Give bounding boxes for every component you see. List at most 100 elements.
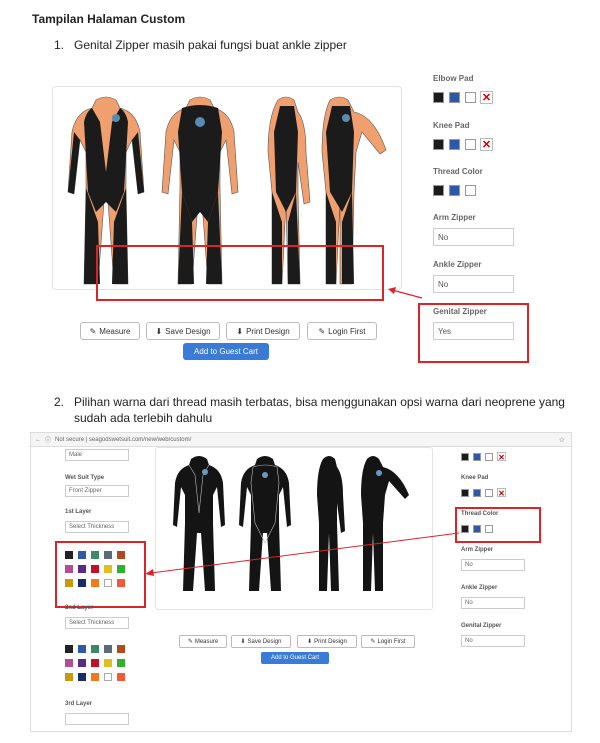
- genital-zipper-select[interactable]: Yes: [433, 322, 514, 340]
- save-design-button[interactable]: ⬇ Save Design: [146, 322, 220, 340]
- layer2-color-swatch-10[interactable]: [65, 673, 73, 681]
- layer2-thickness-select[interactable]: Select Thickness: [65, 617, 129, 629]
- knee-swatch-black-2[interactable]: [461, 489, 469, 497]
- info-icon: ⓘ: [45, 438, 52, 444]
- elbow-pad-label: Elbow Pad: [433, 74, 474, 83]
- layer2-color-swatch-9[interactable]: [117, 659, 125, 667]
- knee-pad-swatch-white[interactable]: [465, 139, 476, 150]
- knee-none-icon-2[interactable]: ✕: [497, 488, 506, 498]
- login-icon: ✎: [370, 639, 376, 645]
- layer1-color-swatch-5[interactable]: [65, 565, 73, 573]
- layer1-color-swatch-6[interactable]: [78, 565, 86, 573]
- back-icon[interactable]: ←: [35, 437, 41, 443]
- layer2-color-swatch-12[interactable]: [91, 673, 99, 681]
- thread-swatch-blue[interactable]: [449, 185, 460, 196]
- layer1-color-swatch-7[interactable]: [91, 565, 99, 573]
- thread-swatch-white-2[interactable]: [485, 525, 493, 533]
- thread-color-label: Thread Color: [433, 167, 483, 176]
- download-icon: ⬇: [155, 326, 163, 336]
- layer2-color-swatch-6[interactable]: [78, 659, 86, 667]
- layer1-color-swatch-10[interactable]: [65, 579, 73, 587]
- layer1-color-swatch-9[interactable]: [117, 565, 125, 573]
- layer2-color-swatch-14[interactable]: [117, 673, 125, 681]
- knee-swatch-white-2[interactable]: [485, 489, 493, 497]
- elbow-swatch-white-2[interactable]: [485, 453, 493, 461]
- print-icon: ⬇: [307, 639, 313, 645]
- arm-zipper-label-2: Arm Zipper: [461, 547, 494, 553]
- layer1-color-swatch-14[interactable]: [117, 579, 125, 587]
- wet-suit-type-label: Wet Suit Type: [65, 475, 105, 481]
- layer2-color-swatch-5[interactable]: [65, 659, 73, 667]
- layer2-color-swatch-2[interactable]: [91, 645, 99, 653]
- item-number: 2.: [54, 395, 65, 409]
- list-item-1: 1. Genital Zipper masih pakai fungsi buat…: [54, 38, 347, 52]
- login-icon: ✎: [318, 326, 326, 336]
- layer2-color-swatch-4[interactable]: [117, 645, 125, 653]
- print-design-button[interactable]: ⬇ Print Design: [226, 322, 300, 340]
- add-to-guest-cart-button[interactable]: Add to Guest Cart: [183, 343, 269, 360]
- add-to-guest-cart-button-2[interactable]: Add to Guest Cart: [261, 652, 329, 664]
- layer2-color-swatch-8[interactable]: [104, 659, 112, 667]
- elbow-swatch-black-2[interactable]: [461, 453, 469, 461]
- thread-swatch-black-2[interactable]: [461, 525, 469, 533]
- browser-address-bar[interactable]: ← ⓘ Not secure | seagodswetsuit.com/new/…: [31, 433, 571, 447]
- thread-color-label-2: Thread Color: [461, 511, 499, 517]
- elbow-pad-none-icon[interactable]: ✕: [480, 91, 493, 104]
- layer1-color-swatch-0[interactable]: [65, 551, 73, 559]
- print-icon: ⬇: [236, 326, 244, 336]
- layer1-thickness-select[interactable]: Select Thickness: [65, 521, 129, 533]
- layer1-color-swatch-4[interactable]: [117, 551, 125, 559]
- elbow-pad-swatch-blue[interactable]: [449, 92, 460, 103]
- layer1-color-swatch-3[interactable]: [104, 551, 112, 559]
- knee-pad-swatch-blue[interactable]: [449, 139, 460, 150]
- layer1-color-swatch-1[interactable]: [78, 551, 86, 559]
- layer2-color-swatch-7[interactable]: [91, 659, 99, 667]
- layer1-color-swatch-11[interactable]: [78, 579, 86, 587]
- ankle-zipper-select-2[interactable]: No: [461, 597, 525, 609]
- layer1-color-swatch-2[interactable]: [91, 551, 99, 559]
- layer3-label: 3rd Layer: [65, 701, 93, 707]
- elbow-swatch-blue-2[interactable]: [473, 453, 481, 461]
- login-first-button-2[interactable]: ✎ Login First: [361, 635, 415, 648]
- elbow-pad-swatch-white[interactable]: [465, 92, 476, 103]
- ankle-zipper-label: Ankle Zipper: [433, 260, 482, 269]
- ruler-icon: ✎: [89, 326, 97, 336]
- arrow-annotation-1: [388, 287, 423, 299]
- elbow-none-icon-2[interactable]: ✕: [497, 452, 506, 462]
- login-first-button[interactable]: ✎ Login First: [307, 322, 377, 340]
- arm-zipper-label: Arm Zipper: [433, 213, 476, 222]
- ankle-zipper-select[interactable]: No: [433, 275, 514, 293]
- save-design-button-2[interactable]: ⬇ Save Design: [231, 635, 291, 648]
- star-icon[interactable]: ☆: [559, 436, 571, 444]
- measure-button-2[interactable]: ✎ Measure: [179, 635, 227, 648]
- layer2-color-swatch-0[interactable]: [65, 645, 73, 653]
- genital-zipper-label-2: Genital Zipper: [461, 623, 502, 629]
- layer2-color-swatch-1[interactable]: [78, 645, 86, 653]
- document-title: Tampilan Halaman Custom: [32, 12, 186, 26]
- knee-swatch-blue-2[interactable]: [473, 489, 481, 497]
- gender-select[interactable]: Male: [65, 449, 129, 461]
- elbow-pad-swatch-black[interactable]: [433, 92, 444, 103]
- measure-button[interactable]: ✎ Measure: [80, 322, 140, 340]
- thread-swatch-blue-2[interactable]: [473, 525, 481, 533]
- layer2-color-swatch-3[interactable]: [104, 645, 112, 653]
- genital-zipper-select-2[interactable]: No: [461, 635, 525, 647]
- layer2-color-swatch-13[interactable]: [104, 673, 112, 681]
- arm-zipper-select-2[interactable]: No: [461, 559, 525, 571]
- knee-pad-none-icon[interactable]: ✕: [480, 138, 493, 151]
- layer1-color-swatch-8[interactable]: [104, 565, 112, 573]
- arm-zipper-select[interactable]: No: [433, 228, 514, 246]
- thread-swatch-black[interactable]: [433, 185, 444, 196]
- layer1-color-swatch-12[interactable]: [91, 579, 99, 587]
- layer1-color-swatch-13[interactable]: [104, 579, 112, 587]
- thread-swatch-white[interactable]: [465, 185, 476, 196]
- print-design-button-2[interactable]: ⬇ Print Design: [297, 635, 357, 648]
- knee-pad-swatch-black[interactable]: [433, 139, 444, 150]
- address-text: Not secure | seagodswetsuit.com/new/web/…: [55, 436, 192, 443]
- wet-suit-type-select[interactable]: Front Zipper: [65, 485, 129, 497]
- layer3-thickness-select[interactable]: [65, 713, 129, 725]
- ruler-icon: ✎: [187, 639, 193, 645]
- item-text-line2: sudah ada terlebih dahulu: [74, 411, 213, 425]
- layer2-color-swatch-11[interactable]: [78, 673, 86, 681]
- screenshot-2-frame: ← ⓘ Not secure | seagodswetsuit.com/new/…: [30, 432, 572, 732]
